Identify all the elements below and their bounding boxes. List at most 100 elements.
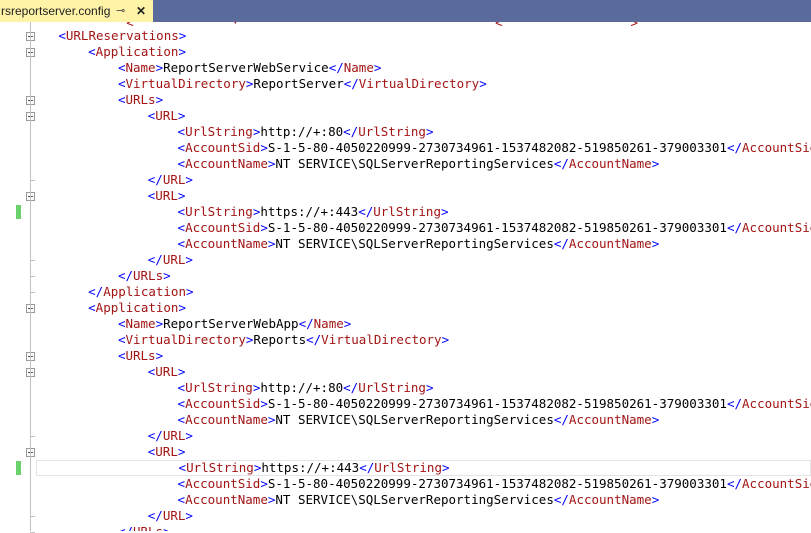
tag-name: AccountName [568,236,652,251]
code-line[interactable]: </URL> [36,428,811,444]
element-value: https://+:443 [260,204,359,219]
open-bracket: </ [147,172,163,187]
element-value: S-1-5-80-4050220999-2730734961-153748208… [267,476,727,491]
editor-gutter[interactable] [0,22,36,533]
element-value: http://+:80 [260,380,344,395]
close-bracket: > [343,316,352,331]
code-editor[interactable]: < · < > <URLReservations> <Application> <N… [36,22,811,531]
code-line[interactable]: <URL> [36,108,811,124]
code-line[interactable]: <AccountName>NT SERVICE\SQLServerReporti… [36,156,811,172]
tag-name: VirtualDirectory [321,332,442,347]
tab-title: rsreportserver.config [1,4,111,18]
tag-name: AccountName [568,492,652,507]
tag-name: Name [343,60,374,75]
code-line[interactable]: <Name>ReportServerWebService</Name> [36,60,811,76]
open-bracket: </ [553,492,569,507]
code-line[interactable]: <AccountName>NT SERVICE\SQLServerReporti… [36,412,811,428]
code-line[interactable]: </URLs> [36,268,811,284]
tag-name: UrlString [374,460,442,475]
open-bracket: </ [306,332,322,347]
element-value: S-1-5-80-4050220999-2730734961-153748208… [267,140,727,155]
tag-name: AccountSid [742,396,811,411]
code-line[interactable]: </URL> [36,508,811,524]
tag-name: UrlString [185,380,253,395]
tag-name: VirtualDirectory [125,332,246,347]
close-bracket: > [260,476,268,491]
close-bracket: > [260,396,268,411]
code-line[interactable]: </URL> [36,172,811,188]
code-line[interactable]: <Application> [36,44,811,60]
tag-name: URL [162,252,186,267]
tag-name: UrlString [373,204,441,219]
open-bracket: < [177,156,186,171]
code-line[interactable]: <URLs> [36,348,811,364]
tag-name: URLs [133,524,163,531]
open-bracket: </ [726,220,743,235]
tag-name: URL [155,108,178,123]
tag-name: VirtualDirectory [358,76,480,91]
code-line[interactable]: <URL> [36,364,811,380]
code-line[interactable]: <Name>ReportServerWebApp</Name> [36,316,811,332]
tag-name: Name [313,316,344,331]
element-value: ReportServer [253,76,344,91]
tag-name: UrlString [185,124,253,139]
tag-name: URL [155,188,178,203]
tag-name: UrlString [358,380,426,395]
code-line[interactable]: <URLs> [36,92,811,108]
close-bracket: > [155,60,164,75]
open-bracket: </ [726,476,743,491]
tag-name: Name [125,316,156,331]
code-line[interactable]: <UrlString>https://+:443</UrlString> [36,460,811,476]
code-line[interactable]: <URL> [36,188,811,204]
code-line[interactable]: <AccountSid>S-1-5-80-4050220999-27307349… [36,396,811,412]
code-line[interactable]: <URLReservations> [36,28,811,44]
close-bracket: > [155,92,164,107]
code-line[interactable]: <VirtualDirectory>ReportServer</VirtualD… [36,76,811,92]
code-line[interactable]: </Application> [36,284,811,300]
close-bracket: > [651,492,660,507]
code-line[interactable]: <Application> [36,300,811,316]
close-icon[interactable]: ✕ [136,0,146,22]
close-bracket: > [178,44,186,59]
tag-name: URLReservations [65,28,179,43]
open-bracket: < [177,220,186,235]
code-line[interactable]: <AccountSid>S-1-5-80-4050220999-27307349… [36,476,811,492]
open-bracket: </ [343,124,359,139]
code-line[interactable]: </URL> [36,252,811,268]
code-line[interactable]: <AccountSid>S-1-5-80-4050220999-27307349… [36,140,811,156]
tag-name: AccountSid [742,220,811,235]
element-value: NT SERVICE\SQLServerReportingServices [275,236,554,251]
close-bracket: > [177,444,186,459]
close-bracket: > [260,220,268,235]
open-bracket: </ [343,76,359,91]
close-bracket: > [651,236,660,251]
code-line[interactable]: <UrlString>http://+:80</UrlString> [36,124,811,140]
element-value: NT SERVICE\SQLServerReportingServices [275,492,554,507]
tab-rsreportserver-config[interactable]: rsreportserver.config ⊸ ✕ [0,0,153,22]
code-line[interactable]: <URL> [36,444,811,460]
open-bracket: </ [726,140,743,155]
tag-name: AccountName [185,412,268,427]
code-line[interactable]: <AccountName>NT SERVICE\SQLServerReporti… [36,492,811,508]
close-bracket: > [177,364,186,379]
tag-name: UrlString [185,204,253,219]
open-bracket: </ [359,460,375,475]
document-tab-bar: rsreportserver.config ⊸ ✕ [0,0,811,22]
open-bracket: </ [298,316,314,331]
open-bracket: </ [343,380,359,395]
open-bracket: < [88,44,96,59]
code-line[interactable]: <AccountSid>S-1-5-80-4050220999-27307349… [36,220,811,236]
pin-icon[interactable]: ⊸ [116,0,125,22]
code-line[interactable]: <UrlString>https://+:443</UrlString> [36,204,811,220]
code-line[interactable]: <AccountName>NT SERVICE\SQLServerReporti… [36,236,811,252]
close-bracket: > [186,284,194,299]
tag-name: VirtualDirectory [125,76,246,91]
open-bracket: </ [147,428,163,443]
code-line[interactable]: <VirtualDirectory>Reports</VirtualDirect… [36,332,811,348]
open-bracket: </ [88,284,104,299]
open-bracket: </ [328,60,344,75]
tag-name: AccountSid [185,220,261,235]
tag-name: URLs [125,92,156,107]
code-line[interactable]: </URLs> [36,524,811,531]
code-line[interactable]: <UrlString>http://+:80</UrlString> [36,380,811,396]
